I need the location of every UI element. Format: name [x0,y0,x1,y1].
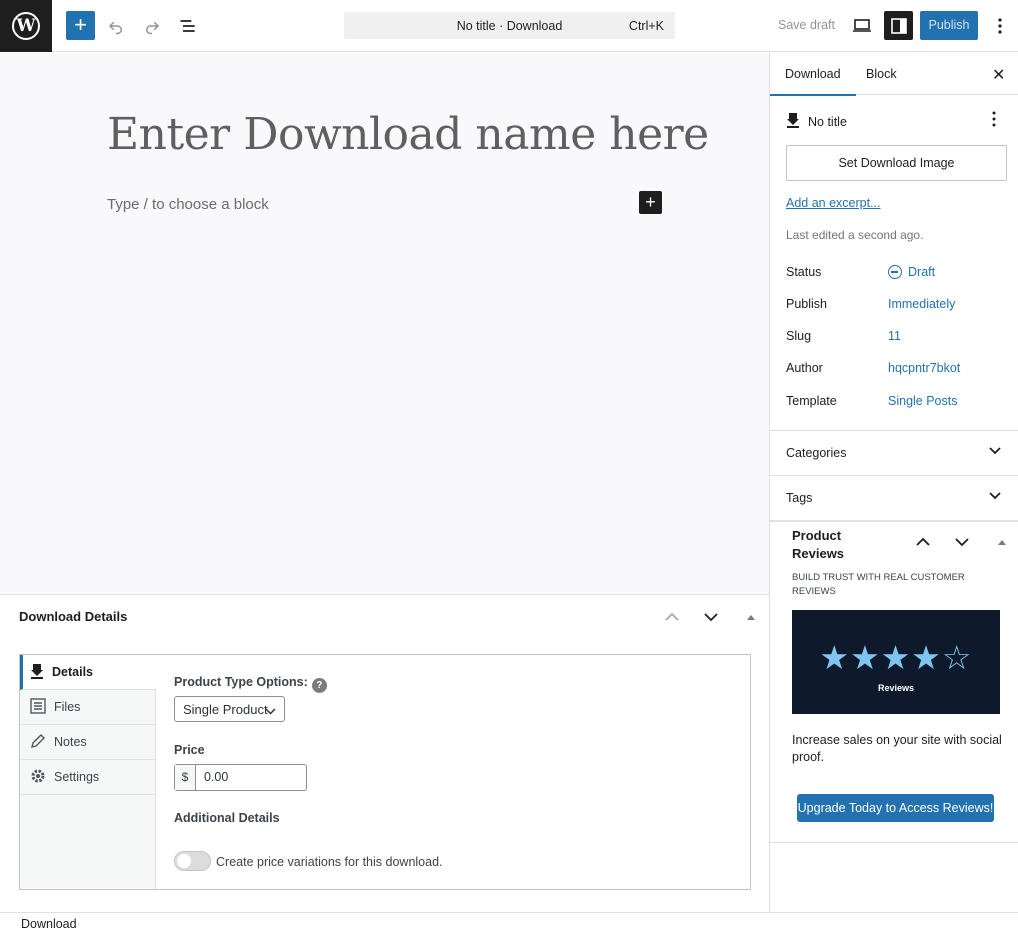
meta-key: Template [786,394,837,408]
promo-description: Increase sales on your site with social … [792,733,1002,764]
product-reviews-promo: Product Reviews BUILD TRUST WITH REAL CU… [770,520,1018,843]
block-breadcrumb-bar: Download [0,912,1018,934]
categories-panel[interactable]: Categories [770,430,1018,475]
document-title: No title · Download [456,19,563,33]
metabox-inner: Details Files Notes Settings Product Typ… [19,654,751,890]
upgrade-button[interactable]: Upgrade Today to Access Reviews! [797,794,994,822]
product-type-label: Product Type Options:? [174,675,327,693]
settings-sidebar: Download Block ✕ No title Set Download I… [769,53,1018,912]
tab-label: Files [54,700,81,714]
meta-key: Slug [786,329,812,343]
author-value[interactable]: hqcpntr7bkot [888,361,960,375]
post-summary-title: No title [786,112,847,131]
move-up-icon[interactable] [660,605,684,629]
collapse-toggle-icon[interactable] [992,532,1012,552]
tab-notes[interactable]: Notes [20,725,155,760]
promo-tagline: BUILD TRUST WITH REAL CUSTOMER REVIEWS [792,572,965,597]
add-block-button[interactable]: + [639,191,662,214]
chevron-down-icon [988,443,1002,458]
tab-label: Notes [54,735,87,749]
additional-details-label: Additional Details [174,811,280,825]
download-icon [786,112,800,131]
block-appender[interactable]: Type / to choose a block [107,196,269,213]
collapse-toggle-icon[interactable] [739,605,763,629]
chevron-down-icon [265,703,276,718]
add-excerpt-link[interactable]: Add an excerpt... [786,196,881,210]
panel-title: Tags [786,491,813,505]
price-input[interactable]: 0.00 [196,765,228,790]
block-inserter-button[interactable]: + [66,11,95,40]
price-field[interactable]: $ 0.00 [174,764,307,791]
close-icon[interactable]: ✕ [992,65,1005,85]
draft-status-icon [888,265,902,279]
promo-title: Product Reviews [792,528,845,561]
command-palette-bar[interactable]: No title · Download Ctrl+K [344,12,675,39]
tab-label: Details [52,665,93,679]
sidebar-tabs: Download Block ✕ [770,53,1018,96]
wordpress-logo-mark: W [12,12,40,40]
gear-icon [30,768,46,787]
metabox-tab-list: Details Files Notes Settings [20,655,156,889]
currency-symbol: $ [175,765,196,790]
toggle-knob [177,854,191,868]
tab-download[interactable]: Download [770,67,856,96]
status-value[interactable]: Draft [888,265,935,279]
editor-header: W + No title · Download Ctrl+K Save draf… [0,0,1018,52]
redo-icon[interactable] [139,13,165,39]
variations-label: Create price variations for this downloa… [216,855,443,869]
product-type-select[interactable]: Single Product [174,696,285,722]
set-download-image-button[interactable]: Set Download Image [786,145,1007,181]
post-title-input[interactable]: Enter Download name here [107,109,709,160]
product-type-label-text: Product Type Options: [174,675,308,689]
meta-key: Publish [786,297,827,311]
move-up-icon[interactable] [913,532,933,552]
promo-image-label: Reviews [877,683,915,693]
panel-title: Categories [786,446,847,460]
more-options-icon[interactable] [990,13,1010,39]
post-actions-icon[interactable] [992,111,996,130]
variations-toggle[interactable] [174,851,211,871]
editor-canvas: Enter Download name here Type / to choos… [0,53,769,594]
template-value[interactable]: Single Posts [888,394,957,408]
pencil-icon [30,733,46,752]
wordpress-logo-icon[interactable]: W [0,0,52,52]
meta-key: Author [786,361,823,375]
list-icon [30,697,46,717]
meta-key: Status [786,265,822,279]
post-title-text: No title [808,114,847,129]
status-text: Draft [908,265,936,279]
price-label: Price [174,743,205,757]
details-panel: Product Type Options:? Single Product Pr… [174,655,750,889]
tab-files[interactable]: Files [20,690,155,725]
tags-panel[interactable]: Tags [770,475,1018,520]
product-type-value: Single Product [183,702,268,717]
star-rating-icon: ★★★★☆ [819,639,973,676]
reviews-promo-image: ★★★★☆ Reviews [792,610,1000,714]
desktop-view-icon[interactable] [850,14,874,38]
metabox-title: Download Details [19,609,128,624]
download-details-metabox: Download Details Details Files Notes Set… [0,594,769,912]
tab-settings[interactable]: Settings [20,760,155,795]
publish-date-value[interactable]: Immediately [888,297,955,311]
sidebar-toggle-icon[interactable] [884,11,913,40]
download-icon [30,663,44,682]
move-down-icon[interactable] [699,605,723,629]
tab-details[interactable]: Details [20,655,156,690]
help-icon[interactable]: ? [311,678,327,693]
chevron-down-icon [988,488,1002,503]
tab-label: Settings [54,770,100,784]
tab-block[interactable]: Block [866,67,897,81]
move-down-icon[interactable] [952,532,972,552]
slug-value[interactable]: 11 [888,329,901,343]
shortcut-hint: Ctrl+K [628,19,664,33]
list-view-icon[interactable] [175,13,201,39]
undo-icon[interactable] [103,13,129,39]
publish-button[interactable]: Publish [920,11,978,40]
last-edited-text: Last edited a second ago. [786,228,924,242]
breadcrumb[interactable]: Download [21,917,77,931]
save-draft-button[interactable]: Save draft [778,18,835,32]
